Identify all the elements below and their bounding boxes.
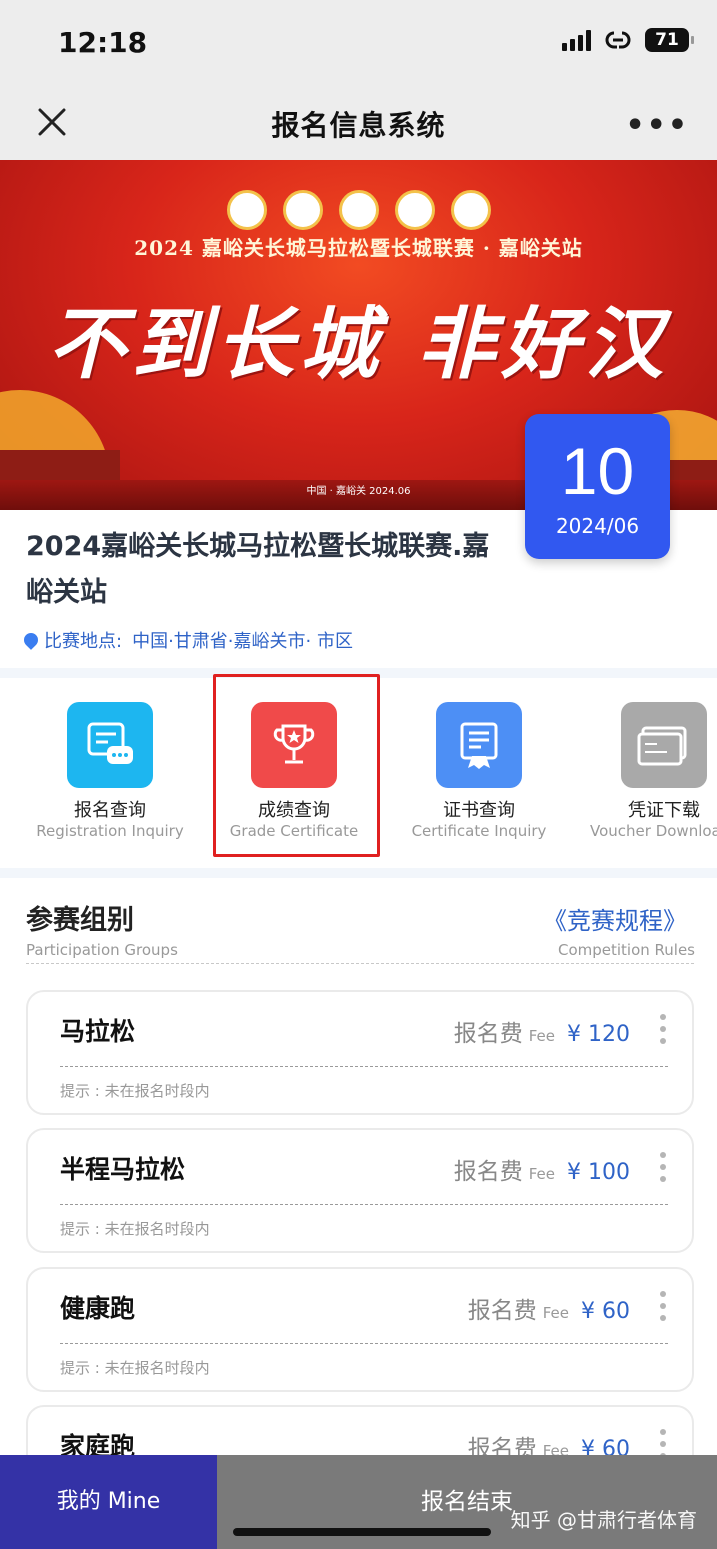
page-title: 报名信息系统 [271,109,446,142]
certificate-icon [436,702,522,788]
group-fee: 报名费 Fee ¥ 100 [454,1152,630,1186]
fee-price: ¥ 60 [581,1299,630,1324]
tab-mine[interactable]: 我的 Mine [0,1455,217,1549]
group-card-health-run[interactable]: 健康跑 报名费 Fee ¥ 60 提示 : 未在报名时段内 [26,1267,694,1392]
more-vertical-icon[interactable] [660,1291,666,1321]
sponsor-logo [282,190,323,230]
status-time: 12:18 [58,26,148,59]
group-card-marathon[interactable]: 马拉松 报名费 Fee ¥ 120 提示 : 未在报名时段内 [26,990,694,1115]
more-vertical-icon[interactable] [660,1152,666,1182]
group-name: 半程马拉松 [60,1155,186,1184]
link-icon [605,31,631,49]
fee-label: 报名费 [453,1159,523,1185]
groups-subtitle: Participation Groups [26,941,178,959]
group-tip: 提示 : 未在报名时段内 [60,1220,210,1238]
fee-price: ¥ 120 [567,1022,630,1047]
date-month: 2024/06 [555,514,640,538]
card-divider [60,1204,668,1205]
group-name: 马拉松 [60,1017,136,1046]
group-fee: 报名费 Fee ¥ 120 [454,1014,630,1048]
fee-label-en: Fee [528,1165,556,1183]
banner-slogan: 不到长城 非好汉 [47,299,670,390]
sponsor-logo [394,190,435,230]
group-card-half-marathon[interactable]: 半程马拉松 报名费 Fee ¥ 100 提示 : 未在报名时段内 [26,1128,694,1253]
section-divider [0,868,717,878]
card-divider [60,1066,668,1067]
menu-voucher-download[interactable]: 凭证下载 Voucher Download [572,680,717,866]
date-badge: 10 2024/06 [525,414,670,559]
battery-level: 71 [655,30,679,50]
groups-divider [26,963,694,964]
menu-sublabel: Certificate Inquiry [411,822,547,840]
fee-label: 报名费 [467,1298,537,1324]
date-day: 10 [560,434,635,508]
watermark: 知乎 @甘肃行者体育 [510,1508,697,1532]
event-location: 比赛地点: 中国·甘肃省·嘉峪关市· 市区 [21,627,353,653]
event-title: 2024嘉峪关长城马拉松暨长城联赛.嘉峪关站 [26,531,490,608]
sponsor-logo [450,190,491,230]
sponsor-logo [226,190,267,230]
group-tip: 提示 : 未在报名时段内 [60,1082,210,1100]
more-icon[interactable]: ••• [625,108,689,143]
status-bar: 12:18 71 [0,0,717,86]
banner-title: 2024 嘉峪关长城马拉松暨长城联赛 · 嘉峪关站 [134,236,583,260]
location-pin-icon [21,630,41,650]
nav-bar: 报名信息系统 ••• [0,86,717,160]
signal-icon [562,29,591,51]
status-indicators: 71 [562,28,694,52]
competition-rules-link[interactable]: 《竞赛规程》 [543,901,687,936]
menu-label: 报名查询 [74,800,146,821]
fee-label-en: Fee [528,1027,556,1045]
ticket-icon [621,702,707,788]
sponsor-logo [338,190,379,230]
sponsor-logos [0,190,717,230]
group-fee: 报名费 Fee ¥ 60 [468,1291,630,1325]
group-tip: 提示 : 未在报名时段内 [60,1359,210,1377]
fee-price: ¥ 100 [567,1160,630,1185]
home-indicator[interactable] [233,1528,491,1536]
more-vertical-icon[interactable] [660,1014,666,1044]
menu-label: 凭证下载 [628,800,700,821]
location-label: 比赛地点: [44,631,123,652]
fee-label: 报名费 [453,1021,523,1047]
battery-icon: 71 [645,28,694,52]
menu-label: 证书查询 [443,800,515,821]
competition-rules-subtitle: Competition Rules [557,941,695,959]
chat-icon [67,702,153,788]
card-divider [60,1343,668,1344]
highlight-box [213,674,380,857]
fee-label-en: Fee [542,1304,570,1322]
menu-sublabel: Voucher Download [590,822,717,840]
menu-certificate-inquiry[interactable]: 证书查询 Certificate Inquiry [387,680,571,866]
groups-title: 参赛组别 [26,905,134,936]
menu-registration-inquiry[interactable]: 报名查询 Registration Inquiry [18,680,202,866]
group-name: 健康跑 [60,1294,136,1323]
menu-sublabel: Registration Inquiry [36,822,184,840]
location-value: 中国·甘肃省·嘉峪关市· 市区 [132,631,353,652]
